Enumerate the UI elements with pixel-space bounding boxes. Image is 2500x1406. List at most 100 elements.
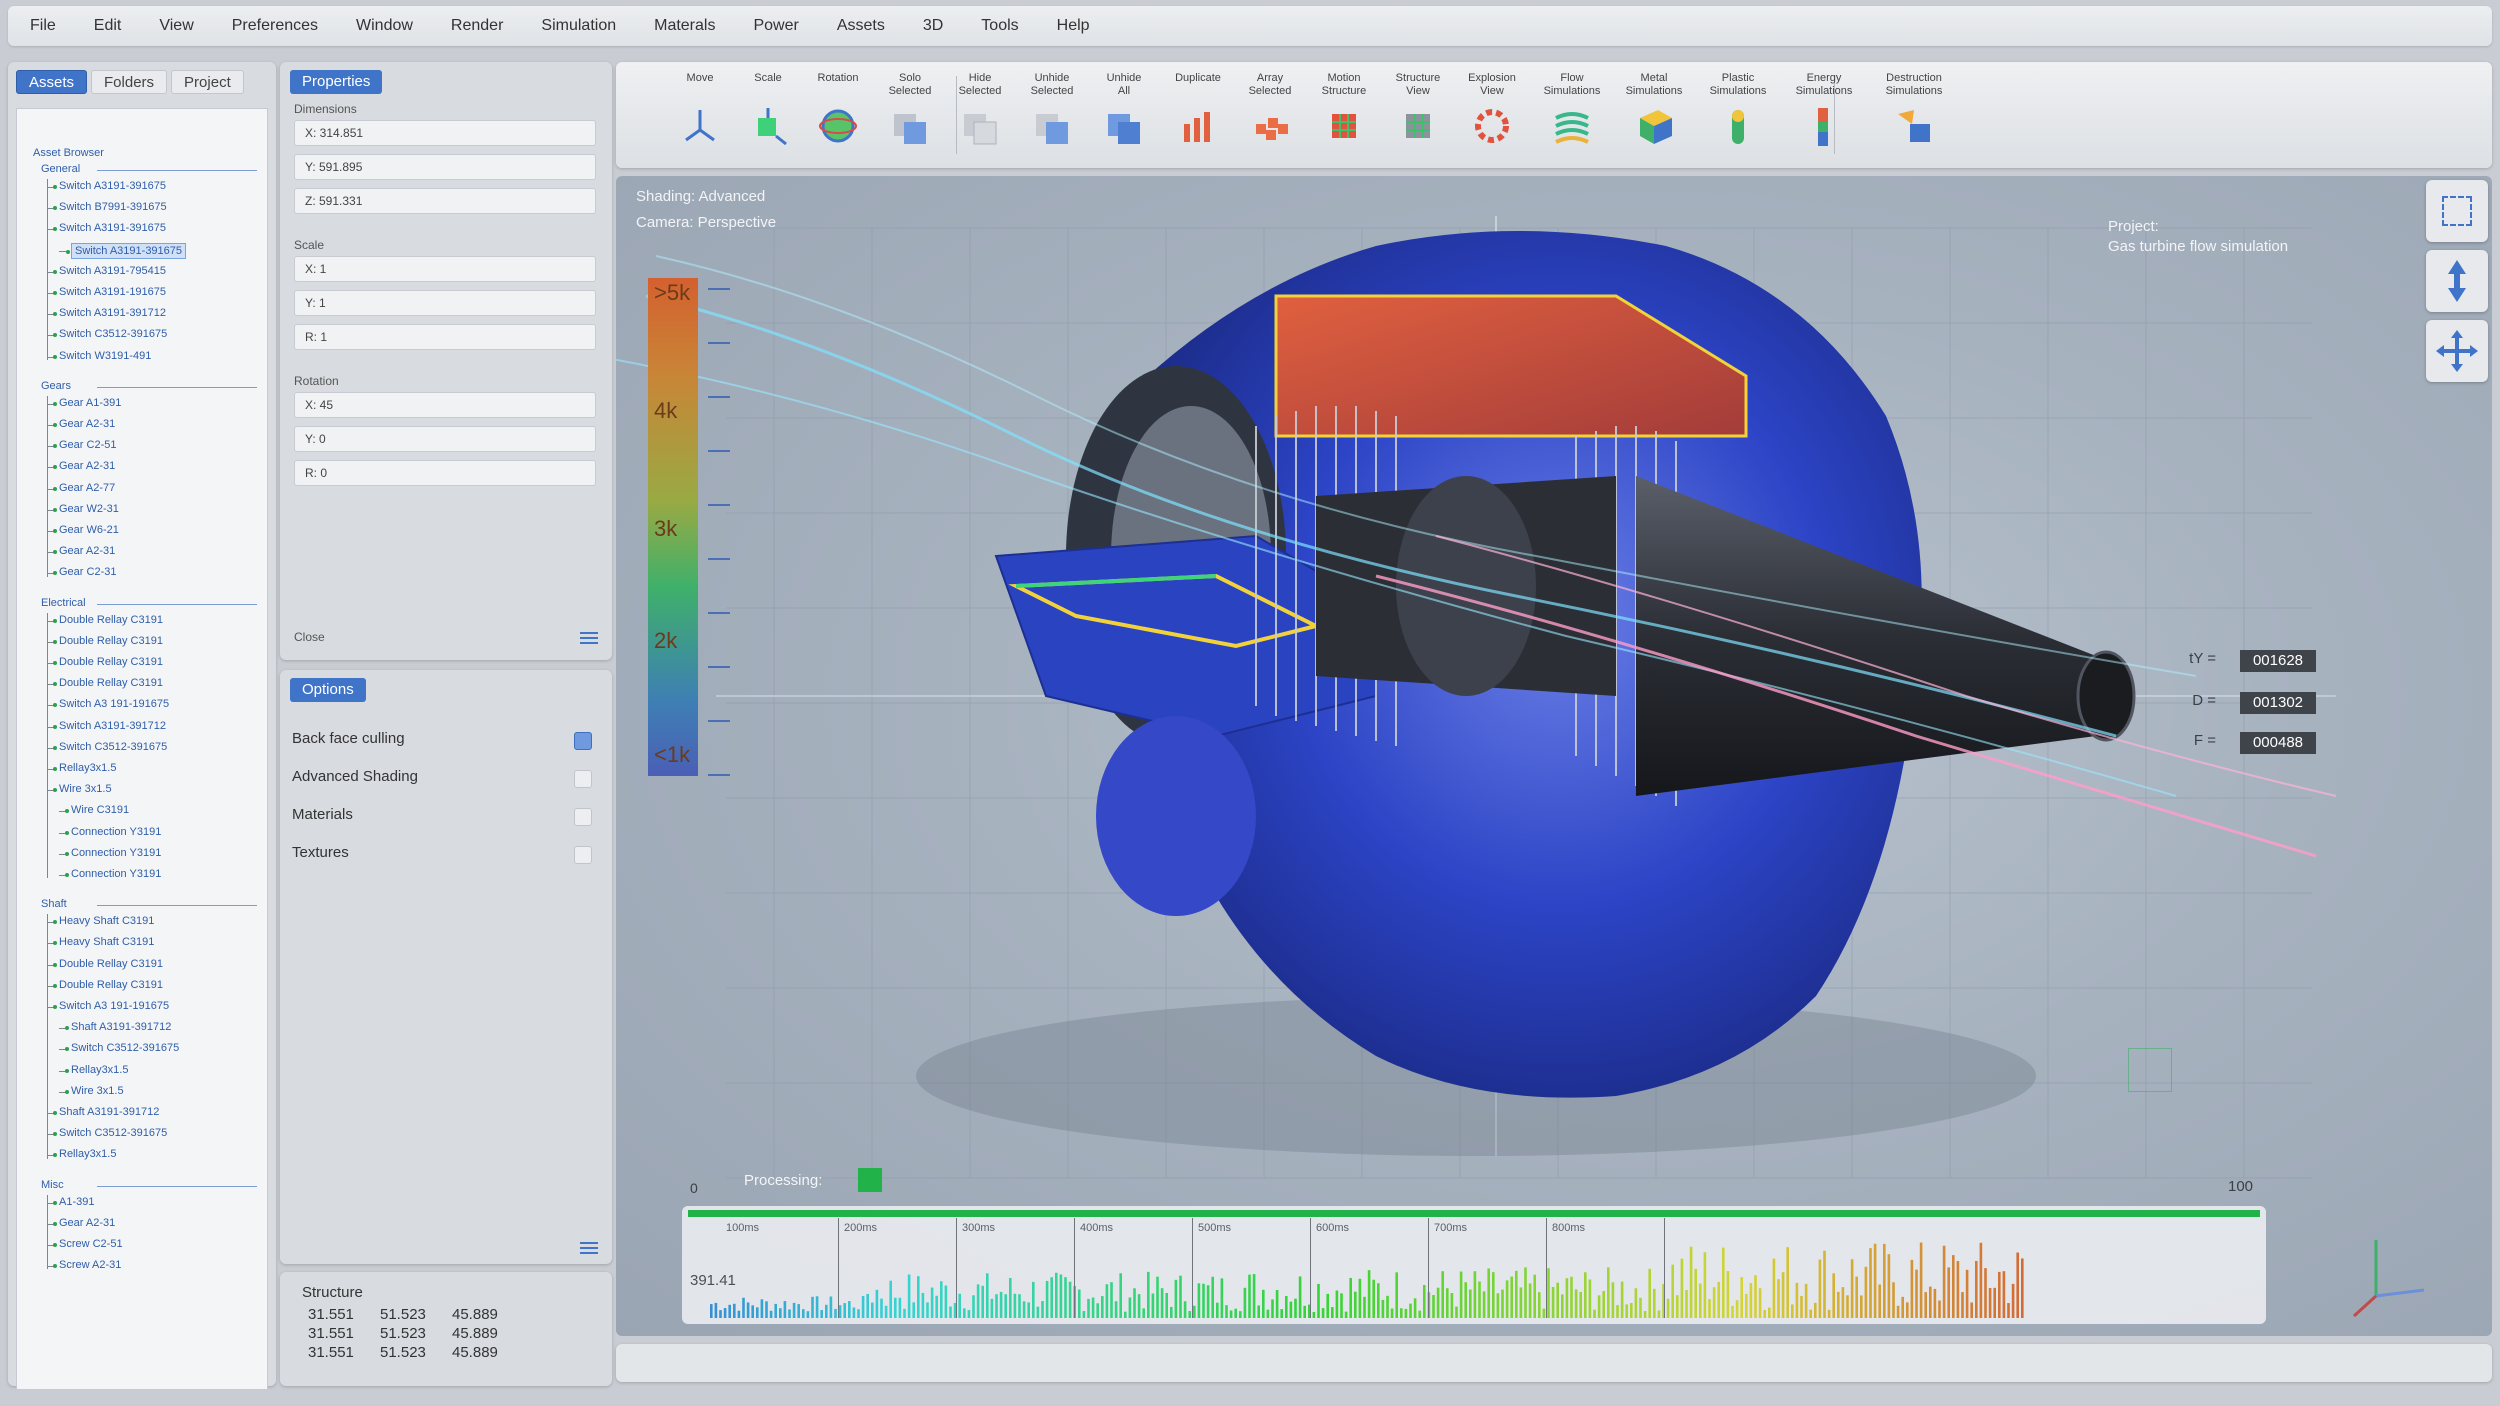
hamburger-menu-icon[interactable] bbox=[580, 1242, 598, 1256]
option-textures[interactable]: Textures bbox=[292, 844, 592, 866]
3d-viewport[interactable]: Shading: Advanced Camera: Perspective Pr… bbox=[616, 176, 2492, 1336]
tree-item[interactable]: Switch A3 191-191675 bbox=[52, 999, 169, 1013]
menu-item-3d[interactable]: 3D bbox=[923, 17, 943, 35]
vertical-move-button[interactable] bbox=[2426, 250, 2488, 312]
tree-item[interactable]: Switch A3191-391675 bbox=[65, 242, 187, 259]
tree-group-label[interactable]: Gears bbox=[41, 380, 71, 392]
tree-item[interactable]: Gear A2-31 bbox=[52, 544, 115, 558]
timeline-panel[interactable]: 391.41 100ms 200ms 300ms 400ms 500ms 600ms 700… bbox=[682, 1206, 2266, 1324]
rotation-y-field[interactable]: Y: 0 bbox=[294, 426, 596, 452]
materials-checkbox[interactable] bbox=[574, 808, 592, 826]
rotation-r-field[interactable]: R: 0 bbox=[294, 460, 596, 486]
tree-item[interactable]: Gear C2-31 bbox=[52, 565, 116, 579]
tree-item[interactable]: Gear W6-21 bbox=[53, 523, 119, 537]
tab-project[interactable]: Project bbox=[171, 70, 244, 94]
tree-item[interactable]: Gear A2-31 bbox=[52, 417, 115, 431]
tree-group-label[interactable]: General bbox=[41, 163, 80, 175]
tree-item[interactable]: Switch A3191-191675 bbox=[52, 285, 166, 299]
dimension-z-field[interactable]: Z: 591.331 bbox=[294, 188, 596, 214]
tree-item[interactable]: Gear C2-51 bbox=[52, 438, 116, 452]
tree-item[interactable]: Wire C3191 bbox=[64, 803, 129, 817]
tree-item[interactable]: A1-391 bbox=[52, 1195, 94, 1209]
menu-item-file[interactable]: File bbox=[30, 17, 56, 35]
tool-energy-simulation-button[interactable]: Energy Simulations bbox=[1779, 72, 1869, 148]
tree-item[interactable]: Shaft A3191-391712 bbox=[52, 1105, 159, 1119]
tree-item[interactable]: Switch A3191-795415 bbox=[52, 264, 166, 278]
asset-tree[interactable]: Asset Browser General Switch A3191-391675 S… bbox=[16, 108, 268, 1390]
tree-item[interactable]: Switch C3512-391675 bbox=[64, 1041, 179, 1055]
menu-item-simulation[interactable]: Simulation bbox=[541, 17, 616, 35]
tool-flow-simulation-button[interactable]: Flow Simulations bbox=[1527, 72, 1617, 148]
tool-explosion-view-button[interactable]: Explosion View bbox=[1447, 72, 1537, 148]
menu-item-tools[interactable]: Tools bbox=[981, 17, 1018, 35]
tree-item[interactable]: Switch C3512-391675 bbox=[52, 740, 167, 754]
tree-group-label[interactable]: Electrical bbox=[41, 597, 86, 609]
tree-item[interactable]: Double Rellay C3191 bbox=[53, 613, 163, 627]
scale-y-field[interactable]: Y: 1 bbox=[294, 290, 596, 316]
hamburger-menu-icon[interactable] bbox=[580, 632, 598, 646]
tree-item[interactable]: Gear A1-391 bbox=[52, 396, 121, 410]
menu-item-power[interactable]: Power bbox=[753, 17, 798, 35]
tool-plastic-simulation-button[interactable]: Plastic Simulations bbox=[1693, 72, 1783, 148]
tree-item[interactable]: Gear A2-77 bbox=[52, 481, 115, 495]
tree-group-label[interactable]: Shaft bbox=[41, 898, 67, 910]
option-materials[interactable]: Materials bbox=[292, 806, 592, 828]
tree-item[interactable]: Switch A3 191-191675 bbox=[52, 697, 169, 711]
scale-r-field[interactable]: R: 1 bbox=[294, 324, 596, 350]
menu-item-edit[interactable]: Edit bbox=[94, 17, 122, 35]
tree-item[interactable]: Gear A2-31 bbox=[52, 459, 115, 473]
pan-move-button[interactable] bbox=[2426, 320, 2488, 382]
menu-item-window[interactable]: Window bbox=[356, 17, 413, 35]
tree-item[interactable]: Gear A2-31 bbox=[52, 1216, 115, 1230]
tree-item[interactable]: Switch C3512-391675 bbox=[52, 327, 167, 341]
menu-item-view[interactable]: View bbox=[159, 17, 193, 35]
tab-assets[interactable]: Assets bbox=[16, 70, 88, 94]
tab-folders[interactable]: Folders bbox=[91, 70, 168, 94]
tree-item[interactable]: Connection Y3191 bbox=[64, 825, 161, 839]
tree-item[interactable]: Switch A3191-391675 bbox=[52, 179, 166, 193]
tree-item[interactable]: Heavy Shaft C3191 bbox=[52, 914, 154, 928]
close-button[interactable]: Close bbox=[294, 630, 325, 644]
menu-item-preferences[interactable]: Preferences bbox=[232, 17, 318, 35]
tree-item[interactable]: Wire 3x1.5 bbox=[53, 782, 112, 796]
menu-item-materals[interactable]: Materals bbox=[654, 17, 715, 35]
tree-item[interactable]: Rellay3x1.5 bbox=[52, 1147, 116, 1161]
tree-item[interactable]: Double Rellay C3191 bbox=[53, 957, 163, 971]
dimension-x-field[interactable]: X: 314.851 bbox=[294, 120, 596, 146]
option-back-face-culling[interactable]: Back face culling bbox=[292, 730, 592, 752]
scale-x-field[interactable]: X: 1 bbox=[294, 256, 596, 282]
tree-item[interactable]: Gear W2-31 bbox=[53, 502, 119, 516]
textures-checkbox[interactable] bbox=[574, 846, 592, 864]
menu-item-render[interactable]: Render bbox=[451, 17, 503, 35]
tree-item[interactable]: Switch W3191-491 bbox=[52, 349, 151, 363]
tree-item[interactable]: Switch C3512-391675 bbox=[52, 1126, 167, 1140]
option-advanced-shading[interactable]: Advanced Shading bbox=[292, 768, 592, 790]
tree-item[interactable]: Rellay3x1.5 bbox=[52, 761, 116, 775]
tree-item[interactable]: Wire 3x1.5 bbox=[65, 1084, 124, 1098]
tree-item[interactable]: Connection Y3191 bbox=[64, 867, 161, 881]
tree-item[interactable]: Screw C2-51 bbox=[53, 1237, 123, 1251]
rotation-x-field[interactable]: X: 45 bbox=[294, 392, 596, 418]
tree-item[interactable]: Shaft A3191-391712 bbox=[64, 1020, 171, 1034]
tree-item[interactable]: Switch A3191-391712 bbox=[52, 719, 166, 733]
tree-item[interactable]: Double Rellay C3191 bbox=[53, 634, 163, 648]
menu-item-assets[interactable]: Assets bbox=[837, 17, 885, 35]
tree-item[interactable]: Switch B7991-391675 bbox=[53, 200, 167, 214]
tree-item[interactable]: Rellay3x1.5 bbox=[64, 1063, 128, 1077]
tree-item[interactable]: Switch A3191-391675 bbox=[52, 221, 166, 235]
tree-item[interactable]: Switch A3191-391712 bbox=[52, 306, 166, 320]
tree-item[interactable]: Double Rellay C3191 bbox=[53, 655, 163, 669]
selection-box-button[interactable] bbox=[2426, 180, 2488, 242]
tree-group-label[interactable]: Misc bbox=[41, 1179, 64, 1191]
tool-metal-simulation-button[interactable]: Metal Simulations bbox=[1609, 72, 1699, 148]
tool-destruction-simulation-button[interactable]: Destruction Simulations bbox=[1869, 72, 1959, 148]
menu-item-help[interactable]: Help bbox=[1057, 17, 1090, 35]
tree-item[interactable]: Heavy Shaft C3191 bbox=[52, 935, 154, 949]
tree-item[interactable]: Double Rellay C3191 bbox=[53, 978, 163, 992]
back-face-culling-checkbox[interactable] bbox=[574, 732, 592, 750]
advanced-shading-checkbox[interactable] bbox=[574, 770, 592, 788]
tree-item[interactable]: Double Rellay C3191 bbox=[53, 676, 163, 690]
dimension-y-field[interactable]: Y: 591.895 bbox=[294, 154, 596, 180]
tree-item[interactable]: Screw A2-31 bbox=[52, 1258, 121, 1272]
tree-item[interactable]: Connection Y3191 bbox=[64, 846, 161, 860]
